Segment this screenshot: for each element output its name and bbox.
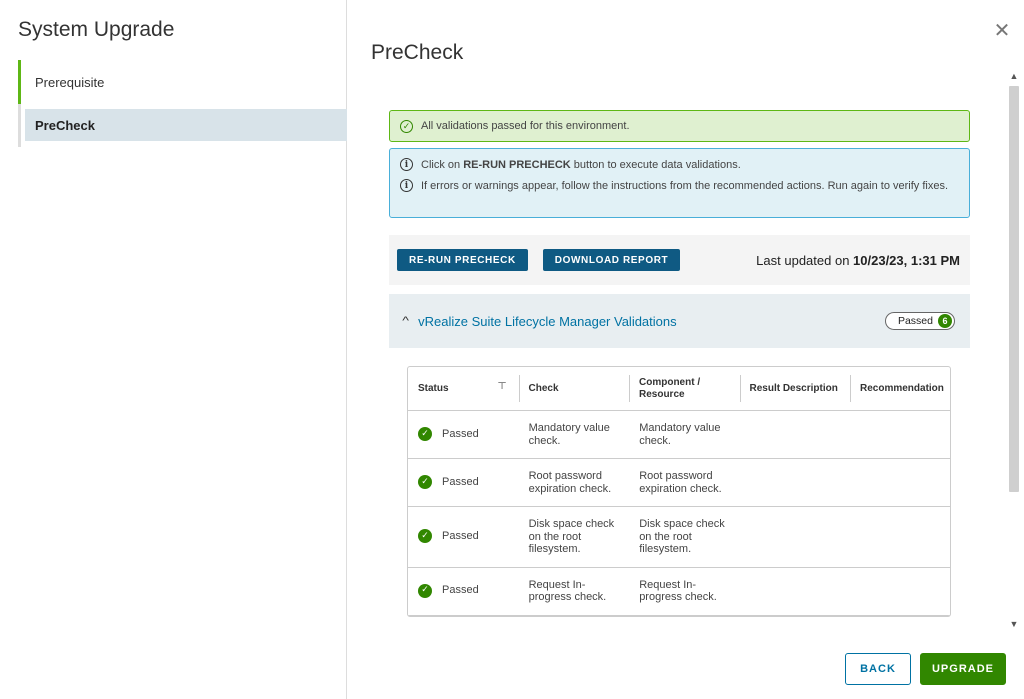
close-icon[interactable]: ✕ <box>992 20 1012 40</box>
result-cell <box>740 507 851 567</box>
check-circle-icon: ✓ <box>418 583 432 598</box>
badge-label: Passed <box>897 315 933 327</box>
info-alert: i Click on RE-RUN PRECHECK button to exe… <box>389 148 970 218</box>
table-row: ✓ Passed Root password expiration check. … <box>408 459 950 507</box>
column-header-check[interactable]: Check <box>518 367 630 410</box>
scroll-content: ✓ All validations passed for this enviro… <box>347 70 1024 630</box>
status-text: Passed <box>442 427 479 440</box>
page-title: PreCheck <box>371 41 464 64</box>
info-text-pre: Click on <box>421 159 464 171</box>
success-alert-text: All validations passed for this environm… <box>421 120 630 132</box>
step-prerequisite[interactable]: Prerequisite <box>18 60 347 104</box>
precheck-toolbar: RE-RUN PRECHECK DOWNLOAD REPORT Last upd… <box>389 235 970 285</box>
component-cell: Disk space check on the root filesystem. <box>639 518 725 555</box>
back-button[interactable]: BACK <box>845 653 911 685</box>
component-cell: Mandatory value check. <box>639 422 721 447</box>
validations-accordion-header[interactable]: ^ vRealize Suite Lifecycle Manager Valid… <box>389 294 970 348</box>
result-cell <box>740 459 851 506</box>
info-alert-row: i If errors or warnings appear, follow t… <box>400 178 959 194</box>
check-cell: Root password expiration check. <box>528 470 612 495</box>
check-cell: Disk space check on the root filesystem. <box>528 518 615 555</box>
accordion-title[interactable]: vRealize Suite Lifecycle Manager Validat… <box>418 314 676 329</box>
filter-icon[interactable]: ⊤ <box>497 381 506 393</box>
info-icon: i <box>400 179 413 192</box>
step-list: Prerequisite PreCheck <box>18 60 347 147</box>
badge-count: 6 <box>938 314 952 328</box>
column-header-component[interactable]: Component / Resource <box>629 367 740 410</box>
info-text-post: button to execute data validations. <box>570 159 741 171</box>
table-row: ✓ Passed Mandatory value check. Mandatory… <box>408 411 950 459</box>
main-panel: ✕ PreCheck ✓ All validations passed for … <box>347 0 1024 699</box>
component-cell: Root password expiration check. <box>639 470 722 495</box>
last-updated-value: 10/23/23, 1:31 PM <box>853 252 960 268</box>
check-cell: Request In-progress check. <box>528 578 607 604</box>
status-text: Passed <box>442 530 479 542</box>
upgrade-button[interactable]: UPGRADE <box>920 653 1006 685</box>
info-alert-row: i Click on RE-RUN PRECHECK button to exe… <box>400 157 959 173</box>
recommendation-cell <box>850 568 950 615</box>
chevron-up-icon[interactable]: ^ <box>402 315 409 327</box>
check-circle-icon: ✓ <box>418 529 432 544</box>
info-icon: i <box>400 158 413 171</box>
recommendation-cell <box>850 459 950 506</box>
scrollbar-thumb[interactable] <box>1009 86 1019 492</box>
vertical-scrollbar[interactable]: ▲ ▼ <box>1008 70 1020 630</box>
result-cell <box>740 568 851 615</box>
recommendation-cell <box>850 507 950 567</box>
wizard-sidebar: System Upgrade Prerequisite PreCheck <box>0 0 347 699</box>
table-row: ✓ Passed Request In-progress check. Reque… <box>408 568 950 616</box>
check-circle-icon: ✓ <box>418 427 432 441</box>
status-badge: Passed 6 <box>884 312 955 330</box>
download-report-button[interactable]: DOWNLOAD REPORT <box>542 249 681 271</box>
check-cell: Mandatory value check. <box>528 422 610 447</box>
validations-table: Status ⊤ Check Component / Resource Resu… <box>407 366 951 617</box>
scroll-down-icon[interactable]: ▼ <box>1008 618 1020 630</box>
status-text: Passed <box>442 584 479 597</box>
recommendation-cell <box>850 411 950 458</box>
rerun-precheck-button[interactable]: RE-RUN PRECHECK <box>397 249 528 271</box>
wizard-title: System Upgrade <box>18 18 175 41</box>
info-text-bold: RE-RUN PRECHECK <box>463 159 571 171</box>
table-header: Status ⊤ Check Component / Resource Resu… <box>408 367 950 411</box>
table-row: ✓ Passed Disk space check on the root fil… <box>408 507 950 568</box>
scroll-up-icon[interactable]: ▲ <box>1008 70 1020 82</box>
check-circle-icon: ✓ <box>400 120 413 133</box>
component-cell: Request In-progress check. <box>639 578 717 604</box>
status-text: Passed <box>442 475 479 488</box>
result-cell <box>740 411 851 458</box>
step-precheck[interactable]: PreCheck <box>25 109 347 141</box>
column-header-status[interactable]: Status ⊤ <box>408 367 519 410</box>
info-text-2: If errors or warnings appear, follow the… <box>421 180 949 192</box>
last-updated: Last updated on 10/23/23, 1:31 PM <box>756 253 960 268</box>
check-circle-icon: ✓ <box>418 475 432 489</box>
last-updated-prefix: Last updated on <box>756 252 854 268</box>
column-header-result[interactable]: Result Description <box>739 367 851 410</box>
column-header-recommendation[interactable]: Recommendation <box>850 367 950 410</box>
success-alert: ✓ All validations passed for this enviro… <box>389 110 970 142</box>
